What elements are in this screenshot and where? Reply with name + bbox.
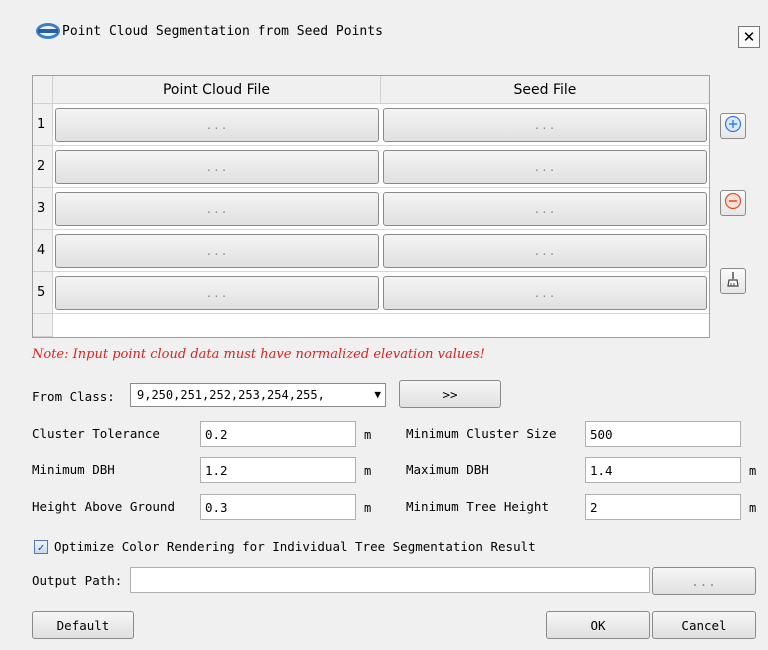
height-above-ground-field[interactable]: 0.3	[200, 494, 356, 520]
seed-browse-button[interactable]: ...	[383, 150, 707, 184]
height-above-ground-label: Height Above Ground	[32, 499, 175, 514]
from-class-label: From Class:	[32, 389, 115, 404]
optimize-color-checkbox[interactable]: ✓	[34, 540, 48, 554]
point-cloud-browse-button[interactable]: ...	[55, 192, 379, 226]
max-dbh-field[interactable]: 1.4	[585, 457, 741, 483]
row-header: 1	[33, 104, 53, 146]
clear-brush-icon	[724, 270, 742, 292]
optimize-color-label[interactable]: Optimize Color Rendering for Individual …	[54, 539, 536, 554]
max-dbh-label: Maximum DBH	[406, 462, 489, 477]
default-button[interactable]: Default	[32, 611, 134, 639]
min-cluster-size-label: Minimum Cluster Size	[406, 426, 557, 441]
min-tree-height-field[interactable]: 2	[585, 494, 741, 520]
from-class-value: 9,250,251,252,253,254,255,	[137, 388, 325, 402]
max-dbh-unit: m	[749, 464, 757, 478]
cluster-tolerance-label: Cluster Tolerance	[32, 426, 160, 441]
window-title: Point Cloud Segmentation from Seed Point…	[62, 24, 383, 39]
ok-button[interactable]: OK	[546, 611, 650, 639]
add-row-button[interactable]	[720, 113, 746, 139]
output-browse-button[interactable]: ...	[652, 567, 756, 595]
min-tree-height-unit: m	[749, 501, 757, 515]
min-cluster-size-field[interactable]: 500	[585, 421, 741, 447]
chevron-down-icon: ▼	[374, 388, 381, 401]
table-corner	[33, 76, 53, 104]
normalization-note: Note: Input point cloud data must have n…	[32, 347, 485, 362]
seed-browse-button[interactable]: ...	[383, 192, 707, 226]
select-classes-button[interactable]: >>	[399, 380, 501, 408]
cancel-button[interactable]: Cancel	[652, 611, 756, 639]
remove-row-button[interactable]	[720, 190, 746, 216]
min-dbh-unit: m	[364, 464, 372, 478]
point-cloud-browse-button[interactable]: ...	[55, 234, 379, 268]
app-logo-icon	[34, 22, 62, 40]
from-class-dropdown[interactable]: 9,250,251,252,253,254,255, ▼	[130, 383, 386, 407]
cluster-tolerance-field[interactable]: 0.2	[200, 421, 356, 447]
output-path-label: Output Path:	[32, 573, 123, 588]
output-path-input[interactable]	[130, 567, 650, 593]
min-dbh-label: Minimum DBH	[32, 462, 115, 477]
remove-icon	[724, 192, 742, 214]
height-above-ground-unit: m	[364, 501, 372, 515]
add-icon	[724, 115, 742, 137]
point-cloud-browse-button[interactable]: ...	[55, 276, 379, 310]
file-table: Point Cloud File Seed File 1 ... ... 2 .…	[32, 75, 710, 338]
point-cloud-browse-button[interactable]: ...	[55, 150, 379, 184]
row-header: 4	[33, 230, 53, 272]
close-icon: ✕	[742, 27, 756, 46]
column-header-seed[interactable]: Seed File	[381, 76, 709, 104]
column-header-point-cloud[interactable]: Point Cloud File	[53, 76, 381, 104]
row-header: 3	[33, 188, 53, 230]
seed-browse-button[interactable]: ...	[383, 108, 707, 142]
point-cloud-browse-button[interactable]: ...	[55, 108, 379, 142]
cluster-tolerance-unit: m	[364, 428, 372, 442]
seed-browse-button[interactable]: ...	[383, 276, 707, 310]
checkmark-icon: ✓	[37, 540, 45, 554]
row-header: 5	[33, 272, 53, 314]
min-dbh-field[interactable]: 1.2	[200, 457, 356, 483]
clear-rows-button[interactable]	[720, 268, 746, 294]
close-button[interactable]: ✕	[738, 26, 760, 48]
min-tree-height-label: Minimum Tree Height	[406, 499, 549, 514]
row-header-empty	[33, 314, 53, 337]
seed-browse-button[interactable]: ...	[383, 234, 707, 268]
row-header: 2	[33, 146, 53, 188]
